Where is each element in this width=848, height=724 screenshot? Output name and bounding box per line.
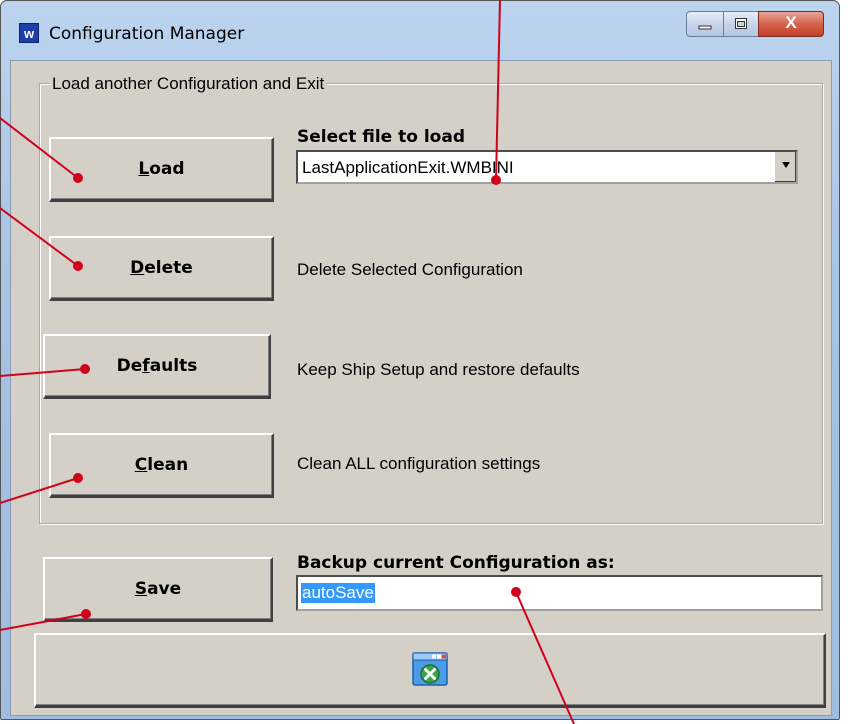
window-title: Configuration Manager: [49, 24, 245, 44]
app-logo-icon: w: [19, 23, 39, 43]
exit-button[interactable]: [34, 633, 826, 708]
save-button-label: Save: [134, 579, 182, 599]
file-select-value: LastApplicationExit.WMBINI: [302, 158, 514, 177]
file-select-dropdown[interactable]: LastApplicationExit.WMBINI: [296, 150, 798, 184]
save-button[interactable]: Save: [43, 557, 273, 622]
maximize-button[interactable]: [723, 11, 759, 37]
dropdown-arrow-button[interactable]: [774, 152, 796, 182]
minimize-button[interactable]: [686, 11, 724, 37]
defaults-description: Keep Ship Setup and restore defaults: [297, 360, 580, 379]
delete-description: Delete Selected Configuration: [297, 260, 523, 279]
close-icon: X: [785, 13, 797, 32]
close-button[interactable]: X: [758, 11, 824, 37]
exit-window-icon: [412, 652, 448, 686]
defaults-button[interactable]: Defaults: [43, 334, 271, 399]
clean-description: Clean ALL configuration settings: [297, 454, 541, 473]
groupbox-label: Load another Configuration and Exit: [50, 74, 327, 94]
load-button[interactable]: Load: [49, 137, 274, 202]
select-file-label: Select file to load: [297, 127, 465, 147]
minimize-icon: [698, 25, 712, 30]
load-button-label: Load: [138, 159, 185, 179]
clean-button-label: Clean: [134, 455, 189, 475]
backup-name-value: autoSave: [301, 583, 375, 603]
maximize-icon: [735, 18, 747, 29]
defaults-button-label: Defaults: [116, 356, 198, 376]
backup-name-input[interactable]: autoSave: [296, 575, 823, 611]
dialog-client-area: Load another Configuration and Exit Load…: [10, 60, 832, 716]
title-bar[interactable]: w Configuration Manager X: [1, 1, 839, 61]
delete-button-label: Delete: [130, 258, 193, 278]
configuration-manager-window: w Configuration Manager X Load another C…: [0, 0, 840, 720]
backup-label: Backup current Configuration as:: [297, 553, 615, 573]
clean-button[interactable]: Clean: [49, 433, 274, 498]
delete-button[interactable]: Delete: [49, 236, 274, 301]
chevron-down-icon: [781, 162, 790, 168]
